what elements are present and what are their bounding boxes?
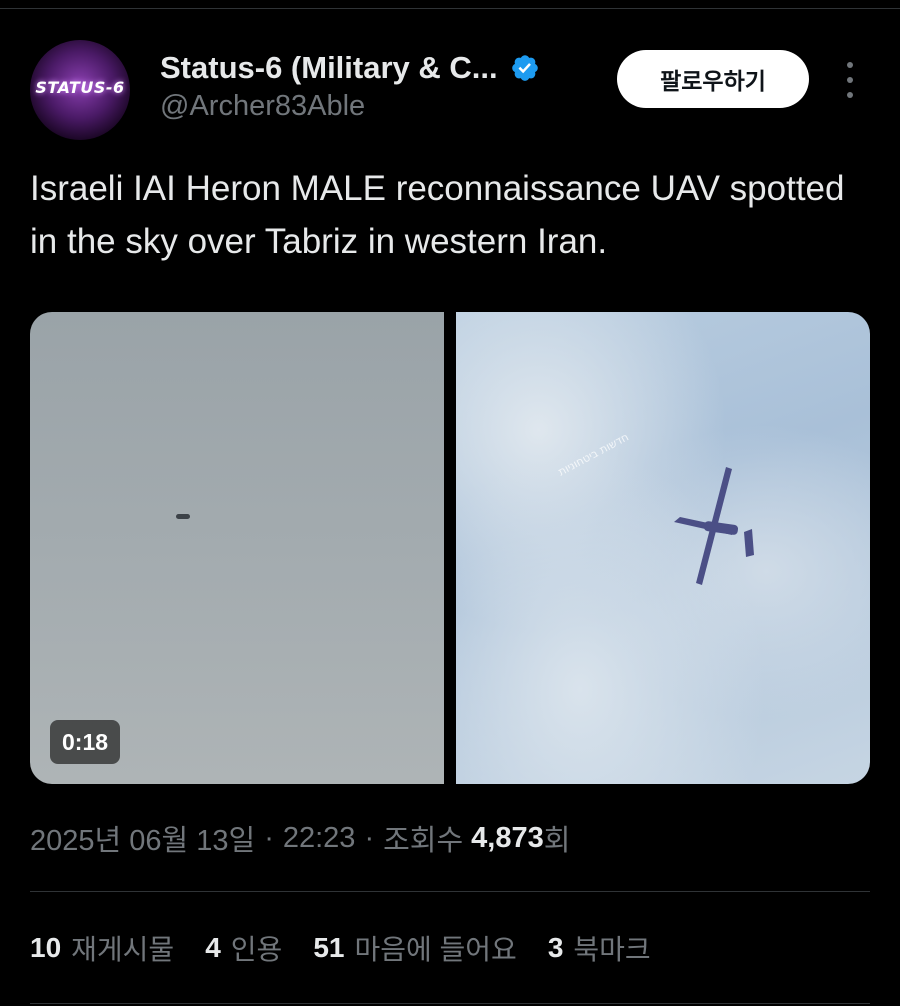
stat-label: 인용	[230, 934, 283, 965]
distant-drone-speck	[176, 514, 190, 519]
author-handle[interactable]: @Archer83Able	[160, 90, 365, 123]
likes-stat[interactable]: 51 마음에 들어요	[313, 928, 517, 968]
views-count: 4,873	[471, 821, 544, 854]
meta-separator: ·	[264, 821, 274, 854]
stat-count: 3	[547, 932, 564, 963]
views-suffix: 회	[543, 825, 571, 857]
follow-button[interactable]: 팔로우하기	[617, 50, 809, 108]
stat-label: 북마크	[573, 934, 651, 965]
meta-separator: ·	[364, 821, 375, 854]
quotes-stat[interactable]: 4 인용	[205, 928, 282, 968]
verified-badge-icon	[511, 55, 538, 81]
more-options-icon[interactable]	[838, 62, 862, 98]
engagement-stats: 10 재게시물 4 인용 51 마음에 들어요 3 북마크	[30, 926, 682, 970]
author-name-row[interactable]: Status-6 (Military & C...	[160, 48, 540, 88]
tweet-text: Israeli IAI Heron MALE reconnaissance UA…	[30, 169, 845, 261]
views-label: 조회수	[383, 825, 464, 857]
author-display-name[interactable]: Status-6 (Military & C...	[160, 50, 498, 86]
top-divider	[0, 8, 900, 9]
stat-count: 4	[205, 932, 221, 963]
video-watermark: חדשות ביטחוניות	[556, 430, 631, 479]
reposts-stat[interactable]: 10 재게시물	[30, 928, 174, 968]
avatar-logo-text: STATUS-6	[35, 78, 125, 97]
stat-count: 51	[313, 932, 345, 963]
video-duration-badge: 0:18	[50, 720, 121, 764]
bookmarks-stat[interactable]: 3 북마크	[548, 928, 651, 968]
post-time[interactable]: 22:23	[283, 822, 356, 855]
stat-label: 재게시물	[71, 934, 175, 965]
stat-label: 마음에 들어요	[354, 934, 517, 965]
uav-image	[674, 467, 754, 585]
divider	[30, 1003, 870, 1004]
post-date[interactable]: 2025년 06월 13일	[30, 817, 255, 859]
avatar[interactable]: STATUS-6	[30, 40, 130, 140]
divider	[30, 891, 870, 892]
tweet-metadata: 2025년 06월 13일 · 22:23 · 조회수 4,873 회	[30, 816, 570, 860]
video-thumbnail[interactable]: 0:18	[30, 312, 444, 784]
stat-count: 10	[30, 932, 62, 963]
photo-drone-closeup[interactable]: חדשות ביטחוניות	[456, 312, 870, 784]
